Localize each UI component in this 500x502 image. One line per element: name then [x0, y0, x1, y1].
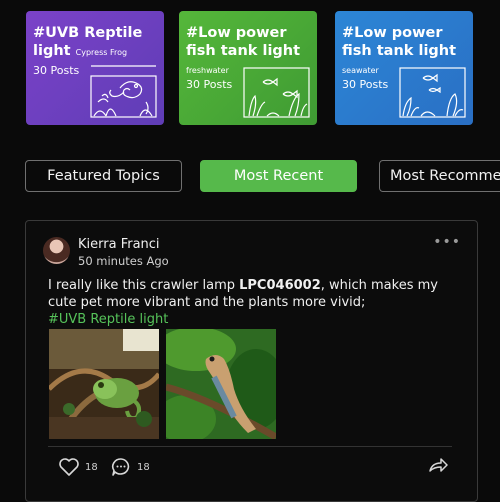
topic-card-title: #UVB Reptile light Cypress Frog: [33, 25, 143, 59]
share-arrow-icon: [429, 458, 448, 472]
lizard-on-branch-photo[interactable]: [166, 329, 276, 439]
comment-bubble-icon: [111, 458, 130, 476]
chameleon-in-terrarium-photo[interactable]: [49, 329, 159, 439]
topic-card-uvb-reptile[interactable]: #UVB Reptile light Cypress Frog 30 Posts: [26, 11, 164, 125]
tab-most-recent[interactable]: Most Recent: [200, 160, 357, 192]
like-count: 18: [85, 461, 98, 473]
tab-most-recommended[interactable]: Most Recomme: [379, 160, 500, 192]
share-button[interactable]: [428, 457, 448, 473]
avatar[interactable]: [43, 237, 70, 264]
tab-label: Featured Topics: [47, 168, 160, 184]
topic-card-freshwater[interactable]: #Low power fish tank light freshwater 30…: [179, 11, 317, 125]
post-author[interactable]: Kierra Franci: [78, 237, 160, 252]
comment-button[interactable]: 18: [110, 457, 150, 477]
post-hashtag[interactable]: #UVB Reptile light: [48, 312, 168, 327]
topic-card-subtitle: seawater: [342, 66, 379, 75]
topic-card-subtitle: freshwater: [186, 66, 229, 75]
post-divider: [48, 446, 452, 447]
post-time: 50 minutes Ago: [78, 254, 169, 268]
comment-count: 18: [137, 461, 150, 473]
post-body: I really like this crawler lamp LPC04600…: [48, 278, 438, 327]
heart-icon: [59, 458, 79, 476]
tab-label: Most Recent: [233, 168, 324, 184]
freshwater-aquarium-icon: [243, 67, 310, 118]
chameleon-terrarium-icon: [90, 65, 157, 118]
saltwater-aquarium-icon: [399, 67, 466, 118]
topic-card-subtitle: Cypress Frog: [75, 48, 128, 57]
topic-card-seawater[interactable]: #Low power fish tank light seawater 30 P…: [335, 11, 473, 125]
more-dots-icon[interactable]: •••: [433, 234, 461, 250]
tab-featured-topics[interactable]: Featured Topics: [25, 160, 182, 192]
like-button[interactable]: 18: [58, 457, 98, 477]
post-card: Kierra Franci 50 minutes Ago ••• I reall…: [25, 220, 478, 502]
tab-label: Most Recomme: [390, 168, 500, 184]
product-code: LPC046002: [239, 278, 321, 293]
